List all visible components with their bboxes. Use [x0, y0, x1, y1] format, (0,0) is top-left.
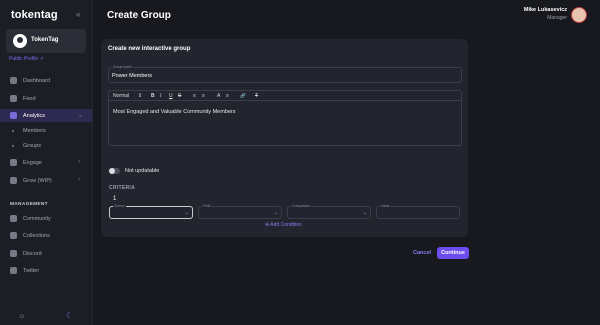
- nav-item-discord[interactable]: Discord: [0, 247, 92, 260]
- source-select[interactable]: Source ⌄: [109, 204, 193, 219]
- bold-icon[interactable]: B: [151, 93, 155, 99]
- group-name-label: Group name: [112, 65, 133, 69]
- group-name-field[interactable]: Group name Power Members: [108, 65, 462, 83]
- comparator-select[interactable]: Comparator ⌄: [287, 204, 371, 219]
- strikethrough-icon[interactable]: S: [178, 93, 181, 99]
- chevron-updown-icon: ⇕: [138, 93, 143, 99]
- nav-item-engage[interactable]: Engage ›: [0, 156, 92, 169]
- description-text: Most Engaged and Valuable Community Memb…: [113, 109, 236, 115]
- italic-icon[interactable]: I: [160, 93, 161, 99]
- nav-item-collections[interactable]: Collections: [0, 229, 92, 242]
- nav-item-dashboard[interactable]: Dashboard: [0, 74, 92, 87]
- format-select[interactable]: Normal: [113, 93, 129, 99]
- page-title: Create Group: [107, 10, 171, 21]
- collapse-sidebar-icon[interactable]: «: [76, 10, 80, 19]
- chevron-right-icon: ›: [78, 177, 80, 183]
- numbered-list-icon[interactable]: ≡: [202, 93, 205, 99]
- discord-icon: [10, 250, 17, 257]
- nav-item-community[interactable]: Community: [0, 212, 92, 225]
- chevron-down-icon: ⌄: [273, 210, 278, 216]
- create-group-card: Create new interactive group Group name …: [101, 39, 468, 237]
- chevron-right-icon: ›: [78, 159, 80, 165]
- user-name: Mike Lukasevicz: [523, 7, 567, 13]
- cancel-button[interactable]: Cancel: [413, 250, 431, 256]
- form-title: Create new interactive group: [108, 46, 191, 52]
- align-icon[interactable]: ≡: [226, 93, 229, 99]
- twitter-icon: [10, 267, 17, 274]
- workspace-card[interactable]: TokenTag: [6, 29, 86, 53]
- analytics-icon: [10, 112, 17, 119]
- chevron-down-icon: ⌄: [78, 113, 84, 119]
- grow-icon: [10, 177, 17, 184]
- criteria-number: 1: [113, 196, 117, 202]
- nav-item-twitter[interactable]: Twitter: [0, 264, 92, 277]
- community-icon: [10, 215, 17, 222]
- group-name-value: Power Members: [112, 73, 153, 79]
- chevron-down-icon: ⌄: [184, 210, 189, 216]
- workspace-avatar: [13, 34, 27, 48]
- user-avatar[interactable]: [571, 7, 587, 23]
- nav-item-analytics[interactable]: Analytics ⌄: [0, 109, 92, 122]
- user-role: Manager: [547, 15, 567, 21]
- app-logo: tokentag: [11, 9, 58, 21]
- bullet-icon: [12, 145, 14, 147]
- engage-icon: [10, 159, 17, 166]
- toggle-label: Not updatable: [125, 168, 160, 174]
- public-profile-link[interactable]: Public Profile ↗: [9, 56, 44, 62]
- collections-icon: [10, 232, 17, 239]
- continue-button[interactable]: Continue: [437, 247, 469, 259]
- dashboard-icon: [10, 77, 17, 84]
- management-heading: MANAGEMENT: [10, 202, 48, 207]
- text-color-icon[interactable]: A: [217, 93, 220, 99]
- field-select[interactable]: Field ⌄: [198, 204, 282, 219]
- dark-mode-icon[interactable]: ☾: [66, 311, 73, 320]
- light-mode-icon[interactable]: ☼: [18, 311, 25, 320]
- bullet-icon: [12, 130, 14, 132]
- underline-icon[interactable]: U: [169, 93, 173, 99]
- editor-toolbar: Normal ⇕ B I U S ≡ ≡ A ≡ 🔗 T: [109, 91, 461, 101]
- feed-icon: [10, 95, 17, 102]
- clear-format-icon[interactable]: T: [255, 93, 258, 99]
- criteria-heading: CRITERIA: [109, 185, 136, 191]
- workspace-name: TokenTag: [31, 37, 59, 43]
- add-condition-button[interactable]: ⊕ Add Condition: [265, 222, 302, 228]
- chevron-down-icon: ⌄: [362, 210, 367, 216]
- nav-item-grow[interactable]: Grow (WIP) ›: [0, 174, 92, 187]
- bullet-list-icon[interactable]: ≡: [193, 93, 196, 99]
- nav-item-feed[interactable]: Feed: [0, 92, 92, 105]
- user-info[interactable]: Mike Lukasevicz Manager: [524, 7, 567, 21]
- updatable-toggle[interactable]: [109, 168, 120, 174]
- sidebar: tokentag « TokenTag Public Profile ↗ Das…: [0, 0, 93, 325]
- description-editor[interactable]: Normal ⇕ B I U S ≡ ≡ A ≡ 🔗 T Most Engage…: [108, 90, 462, 146]
- link-icon[interactable]: 🔗: [240, 93, 246, 99]
- value-input[interactable]: Value: [376, 204, 460, 219]
